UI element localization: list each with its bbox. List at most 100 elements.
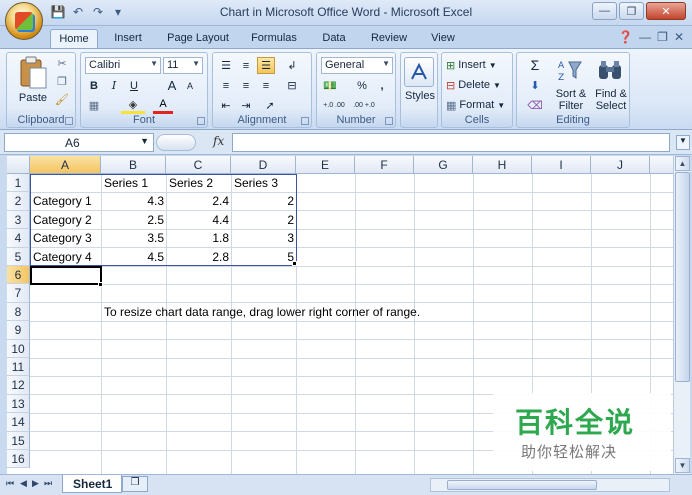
font-color-button[interactable]: A (153, 97, 173, 114)
row-header[interactable]: 7 (7, 284, 30, 303)
shrink-font-button[interactable]: A (181, 77, 199, 94)
paste-icon[interactable] (15, 55, 51, 91)
tab-page-layout[interactable]: Page Layout (163, 29, 233, 48)
minimize-button[interactable]: — (592, 2, 617, 20)
column-header-h[interactable]: H (473, 156, 532, 174)
row-header[interactable]: 2 (7, 192, 30, 211)
column-header-a[interactable]: A (30, 156, 101, 174)
insert-function-button[interactable]: fx (213, 134, 224, 148)
percent-button[interactable]: % (353, 77, 371, 94)
row-header[interactable]: 5 (7, 247, 30, 266)
number-format-select[interactable]: General ▼ (321, 57, 393, 74)
tab-insert[interactable]: Insert (106, 29, 150, 48)
format-cells-button[interactable]: ▦ Format ▼ (446, 97, 505, 113)
expand-formula-bar-icon[interactable]: ▼ (676, 135, 690, 150)
align-right-icon[interactable]: ≡ (257, 77, 275, 94)
cell-resize-note[interactable]: To resize chart data range, drag lower r… (102, 303, 502, 321)
underline-button[interactable]: U (125, 77, 143, 94)
decrease-indent-icon[interactable]: ⇤ (217, 97, 235, 114)
column-header-i[interactable]: I (532, 156, 591, 174)
currency-icon[interactable]: 💵 (321, 77, 339, 94)
column-header-d[interactable]: D (231, 156, 296, 174)
scroll-down-icon[interactable]: ▼ (675, 458, 690, 473)
column-header-c[interactable]: C (166, 156, 231, 174)
scroll-up-icon[interactable]: ▲ (675, 156, 690, 171)
last-sheet-icon[interactable]: ⏭ (44, 478, 52, 489)
alignment-launcher-icon[interactable] (301, 117, 309, 125)
font-name-select[interactable]: Calibri ▼ (85, 57, 161, 74)
row-header[interactable]: 11 (7, 358, 30, 377)
merge-center-icon[interactable]: ⊟ (283, 77, 301, 94)
help-icon[interactable]: ❓ (618, 30, 633, 44)
format-painter-icon[interactable]: 🖌 (53, 91, 71, 107)
cut-icon[interactable]: ✂ (53, 55, 71, 71)
grow-font-button[interactable]: A (163, 77, 181, 94)
formula-input[interactable] (232, 133, 670, 152)
vertical-scrollbar[interactable]: ▲ ▼ (673, 156, 690, 474)
increase-indent-icon[interactable]: ⇥ (237, 97, 255, 114)
row-header[interactable]: 14 (7, 413, 30, 432)
formula-bar-handle[interactable] (156, 134, 196, 151)
clear-icon[interactable]: ⌫ (521, 97, 549, 113)
clipboard-launcher-icon[interactable] (65, 117, 73, 125)
insert-cells-button[interactable]: ⊞ Insert ▼ (446, 57, 497, 73)
tab-home[interactable]: Home (50, 29, 98, 48)
wrap-text-icon[interactable]: ↲ (283, 57, 301, 74)
orientation-icon[interactable]: ➚ (261, 97, 279, 114)
horizontal-scrollbar[interactable] (430, 478, 670, 492)
copy-icon[interactable]: ❐ (53, 73, 71, 89)
close-button[interactable]: ✕ (646, 2, 686, 20)
sort-filter-icon[interactable]: AZ (555, 57, 585, 83)
align-center-icon[interactable]: ≡ (237, 77, 255, 94)
office-button[interactable] (5, 2, 43, 40)
row-header[interactable]: 13 (7, 394, 30, 414)
row-header[interactable]: 3 (7, 210, 30, 230)
tab-formulas[interactable]: Formulas (245, 29, 303, 48)
row-header[interactable]: 10 (7, 339, 30, 358)
row-header[interactable]: 4 (7, 229, 30, 248)
insert-sheet-icon[interactable]: ❐ (122, 476, 148, 492)
ribbon-close-icon[interactable]: ✕ (674, 30, 684, 44)
row-header[interactable]: 15 (7, 431, 30, 450)
ribbon-minimize-icon[interactable]: — (639, 30, 651, 44)
increase-decimal-button[interactable]: +.0 .00 (321, 97, 347, 114)
next-sheet-icon[interactable]: ▶ (32, 478, 39, 489)
font-size-select[interactable]: 11 ▼ (163, 57, 203, 74)
row-header[interactable]: 12 (7, 376, 30, 395)
bold-button[interactable]: B (85, 77, 103, 94)
align-top-icon[interactable]: ☰ (217, 57, 235, 74)
borders-icon[interactable]: ▦ (85, 97, 103, 114)
column-header-j[interactable]: J (591, 156, 650, 174)
comma-button[interactable]: , (373, 77, 391, 94)
range-resize-handle[interactable] (292, 261, 297, 266)
row-header[interactable]: 8 (7, 302, 30, 322)
sheet-tab-sheet1[interactable]: Sheet1 (62, 475, 122, 493)
row-header[interactable]: 1 (7, 174, 30, 193)
align-middle-icon[interactable]: ≡ (237, 57, 255, 74)
column-header-b[interactable]: B (101, 156, 166, 174)
fill-icon[interactable]: ⬇ (521, 77, 549, 93)
first-sheet-icon[interactable]: ⏮ (6, 478, 14, 489)
row-header[interactable]: 6 (7, 266, 30, 285)
select-all-corner[interactable] (7, 156, 30, 174)
horizontal-scroll-thumb[interactable] (447, 480, 597, 490)
vertical-scroll-thumb[interactable] (675, 172, 690, 382)
fill-color-icon[interactable]: ◈ (121, 97, 145, 114)
italic-button[interactable]: I (105, 77, 123, 94)
align-bottom-icon[interactable]: ☰ (257, 57, 275, 74)
column-header-k[interactable] (650, 156, 673, 174)
styles-icon[interactable] (404, 57, 434, 87)
name-box[interactable]: A6 ▼ (4, 133, 154, 152)
decrease-decimal-button[interactable]: .00 +.0 (351, 97, 377, 114)
column-header-e[interactable]: E (296, 156, 355, 174)
delete-cells-button[interactable]: ⊟ Delete ▼ (446, 77, 501, 93)
binoculars-icon[interactable] (595, 57, 625, 83)
column-header-g[interactable]: G (414, 156, 473, 174)
number-launcher-icon[interactable] (385, 117, 393, 125)
active-cell-a6[interactable] (30, 265, 102, 285)
filter-label[interactable]: Filter (551, 99, 591, 112)
column-header-f[interactable]: F (355, 156, 414, 174)
tab-view[interactable]: View (424, 29, 462, 48)
autosum-button[interactable]: Σ (521, 57, 549, 73)
select-label[interactable]: Select (591, 99, 631, 112)
